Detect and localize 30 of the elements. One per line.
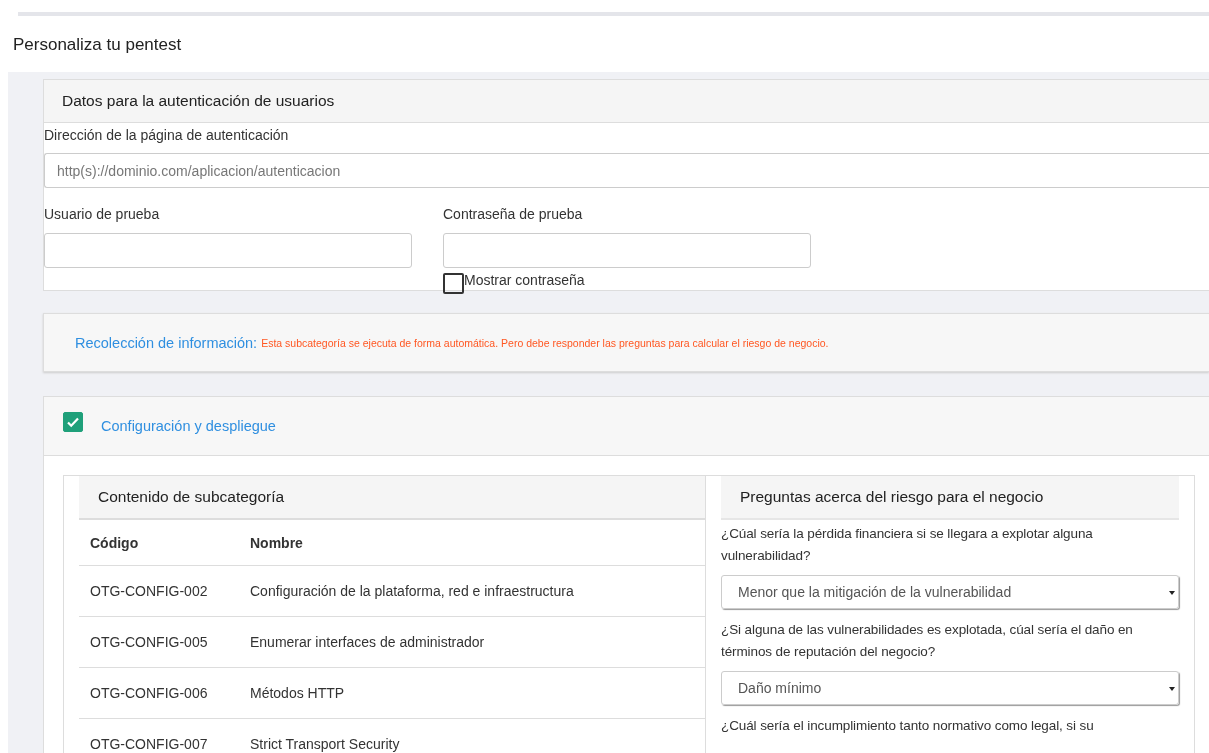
table-cell: OTG-CONFIG-007 [79,718,250,753]
panel-header: Preguntas acerca del riesgo para el negocio [721,476,1179,520]
panel-header: Contenido de subcategoría [79,476,705,520]
column-header: Código [79,520,250,566]
answer-dropdown[interactable]: Daño mínimo [721,671,1179,705]
question-text: ¿Si alguna de las vulnerabilidades es explotada, cúal sería el daño en términos de reputación del negocio? [721,621,1134,661]
category-checkbox[interactable] [63,412,83,432]
page-title: Personaliza tu pentest [12,34,183,56]
table-cell: Strict Transport Security [250,718,705,753]
info-note: Esta subcategoría se ejecuta de forma automática. Pero debe responder las preguntas para calcular el riesgo de negocio. [261,336,829,349]
user-input-field[interactable] [44,233,412,268]
table-cell: OTG-CONFIG-005 [79,616,250,668]
password-input-field[interactable] [443,233,811,268]
question-text: ¿Cúal sería la pérdida financiera si se llegara a explotar alguna vulnerabilidad? [721,525,1094,565]
table-cell: Configuración de la plataforma, red e infraestructura [250,565,705,617]
answer-dropdown[interactable]: Menor que la mitigación de la vulnerabilidad [721,575,1179,609]
field-label: Dirección de la página de autenticación [44,127,290,145]
field-label: Contraseña de prueba [443,206,584,224]
info-title: Recolección de información: [75,334,258,351]
table-cell: OTG-CONFIG-006 [79,667,250,719]
question-text: ¿Cuál sería el incumplimiento tanto normativo como legal, si su [721,717,1095,735]
url-input-field[interactable]: http(s)://dominio.com/aplicacion/autenticacion [44,153,1209,188]
table-cell: Enumerar interfaces de administrador [250,616,705,668]
checkbox[interactable] [443,273,464,294]
field-label: Usuario de prueba [44,206,161,224]
table-cell: OTG-CONFIG-002 [79,565,250,617]
column-header: Nombre [250,520,705,566]
checkbox-label: Mostrar contraseña [464,272,585,288]
card-header: Datos para la autenticación de usuarios [44,80,1209,123]
table-cell: Métodos HTTP [250,667,705,719]
